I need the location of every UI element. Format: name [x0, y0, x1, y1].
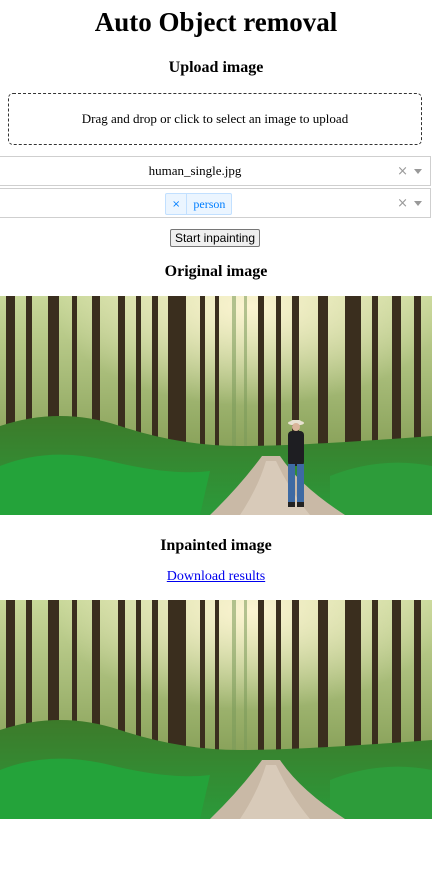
chevron-down-icon[interactable]: [414, 200, 422, 206]
upload-heading: Upload image: [168, 59, 264, 76]
inpainted-image-heading: Inpainted image: [160, 537, 272, 554]
clear-icon[interactable]: ×: [397, 164, 408, 179]
clear-icon[interactable]: ×: [397, 196, 408, 211]
tag-label: person: [193, 196, 226, 211]
image-dropzone[interactable]: Drag and drop or click to select an imag…: [8, 93, 422, 145]
original-image-heading: Original image: [164, 263, 268, 280]
start-inpainting-button[interactable]: Start inpainting: [170, 229, 260, 247]
file-select[interactable]: human_single.jpg ×: [0, 156, 431, 186]
forest-path-image: [0, 600, 432, 819]
page-title: Auto Object removal: [94, 7, 338, 37]
download-results-link[interactable]: Download results: [0, 569, 432, 585]
object-class-select[interactable]: × person ×: [0, 188, 431, 218]
tag-remove-icon[interactable]: ×: [166, 194, 188, 214]
chevron-down-icon[interactable]: [414, 168, 422, 174]
original-image: [0, 296, 432, 515]
file-select-value: human_single.jpg: [148, 163, 242, 178]
inpainted-image: [0, 600, 432, 819]
selected-tag-person: × person: [165, 193, 233, 215]
forest-path-with-person-image: [0, 296, 432, 515]
dropzone-text: Drag and drop or click to select an imag…: [81, 111, 349, 126]
